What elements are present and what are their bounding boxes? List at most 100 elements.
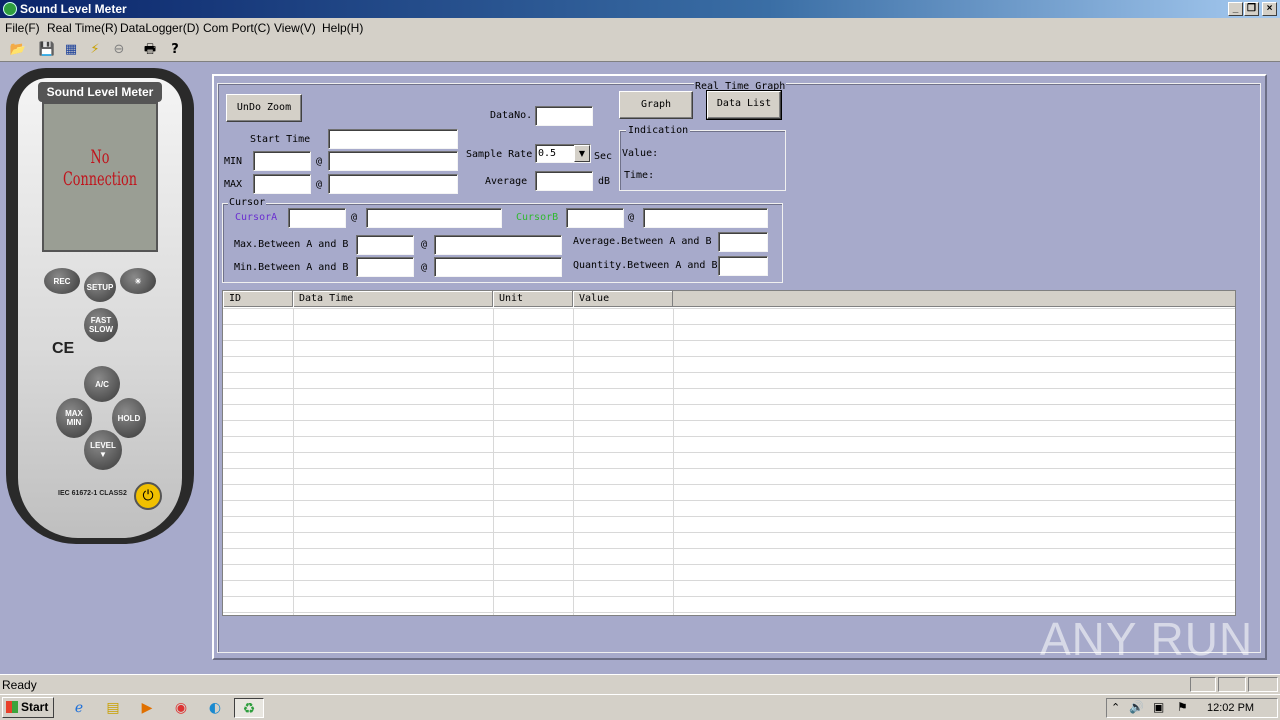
close-button[interactable]: × [1262, 2, 1277, 16]
menu-com-port[interactable]: Com Port(C) [203, 21, 270, 35]
cursor-a-label: CursorA [235, 212, 278, 223]
quantity-between-field[interactable] [718, 256, 768, 276]
file-explorer-icon[interactable]: ▤ [102, 698, 124, 718]
min-value-field[interactable] [253, 151, 311, 171]
start-button[interactable]: Start [2, 697, 54, 718]
start-time-label: Start Time [250, 134, 311, 145]
print-icon[interactable]: 🖶 [141, 41, 159, 59]
save-icon[interactable]: 💾 [38, 41, 56, 59]
max-time-field[interactable] [328, 174, 458, 194]
network-icon[interactable]: ▣ [1153, 700, 1164, 714]
window-title: Sound Level Meter [20, 2, 127, 16]
menu-datalogger[interactable]: DataLogger(D) [120, 21, 199, 35]
chevron-up-icon[interactable]: ⌃ [1111, 701, 1120, 714]
backlight-icon: ☀ [120, 268, 156, 294]
graph-button[interactable]: Graph [619, 91, 693, 119]
minimize-button[interactable]: _ [1228, 2, 1243, 16]
menu-view[interactable]: View(V) [274, 21, 316, 35]
cursor-b-time-field[interactable] [643, 208, 768, 228]
toolbar: 📂 💾 ▦ ⚡ ⊖ 🖶 ? [0, 38, 1280, 62]
cursor-title: Cursor [228, 197, 267, 208]
chevron-down-icon[interactable]: ▼ [574, 145, 590, 162]
chrome-icon[interactable]: ◉ [170, 698, 192, 718]
status-pane [1218, 677, 1246, 692]
setup-button: SETUP [84, 272, 116, 302]
min-between-time-field[interactable] [434, 257, 562, 277]
start-label: Start [21, 700, 49, 714]
average-field[interactable] [535, 171, 593, 191]
at-label: @ [316, 156, 323, 167]
at-label: @ [421, 262, 428, 273]
help-icon[interactable]: ? [166, 41, 184, 59]
sample-rate-select[interactable]: 0.5 ▼ [535, 144, 591, 163]
sound-level-meter-task-icon[interactable]: ♻ [234, 698, 264, 718]
at-label: @ [421, 239, 428, 250]
column-header-data-time[interactable]: Data Time [293, 291, 493, 307]
rec-button: REC [44, 268, 80, 294]
app-icon [3, 2, 17, 16]
indication-title: Indication [626, 125, 691, 136]
status-pane [1190, 677, 1216, 692]
sample-rate-label: Sample Rate [466, 149, 533, 160]
min-between-value-field[interactable] [356, 257, 414, 277]
data-table[interactable]: ID Data Time Unit Value [222, 290, 1236, 616]
at-label: @ [316, 179, 323, 190]
average-label: Average [485, 176, 528, 187]
menu-real-time[interactable]: Real Time(R) [47, 21, 118, 35]
quantity-between-label: Quantity.Between A and B [573, 260, 718, 271]
open-folder-icon[interactable]: 📂 [9, 41, 27, 59]
clock[interactable]: 12:02 PM [1207, 702, 1254, 714]
restore-button[interactable]: ❐ [1244, 2, 1259, 16]
max-between-label: Max.Between A and B [234, 239, 349, 250]
status-text: Ready [2, 678, 37, 692]
undo-zoom-button[interactable]: UnDo Zoom [226, 94, 302, 122]
start-time-field[interactable] [328, 129, 458, 149]
status-pane [1248, 677, 1278, 692]
max-value-field[interactable] [253, 174, 311, 194]
min-label: MIN [224, 156, 243, 167]
column-header-id[interactable]: ID [223, 291, 293, 307]
cursor-a-time-field[interactable] [366, 208, 502, 228]
max-between-value-field[interactable] [356, 235, 414, 255]
max-between-time-field[interactable] [434, 235, 562, 255]
fast-slow-button: FAST SLOW [84, 308, 118, 342]
connect-icon[interactable]: ⚡ [86, 41, 104, 59]
stop-icon[interactable]: ⊖ [110, 41, 128, 59]
cursor-b-value-field[interactable] [566, 208, 624, 228]
menu-help[interactable]: Help(H) [322, 21, 363, 35]
average-between-field[interactable] [718, 232, 768, 252]
menu-bar: File(F) Real Time(R) DataLogger(D) Com P… [0, 18, 1280, 38]
data-list-button[interactable]: Data List [706, 90, 782, 120]
column-header-value[interactable]: Value [573, 291, 673, 307]
calendar-icon[interactable]: ▦ [62, 41, 80, 59]
menu-file[interactable]: File(F) [5, 21, 40, 35]
table-grid-lines [223, 308, 1235, 615]
max-label: MAX [224, 179, 243, 190]
min-time-field[interactable] [328, 151, 458, 171]
db-label: dB [598, 176, 611, 187]
edge-icon[interactable]: ◐ [204, 698, 226, 718]
column-header-unit[interactable]: Unit [493, 291, 573, 307]
sample-rate-value: 0.5 [538, 148, 557, 159]
taskbar: Start ℯ ▤ ▶ ◉ ◐ ♻ ⌃ 🔊 ▣ ⚑ 12:02 PM [0, 694, 1280, 720]
power-icon: ⏻ [134, 482, 162, 510]
hold-button: HOLD [112, 398, 146, 438]
indication-value-label: Value: [622, 148, 659, 159]
maxmin-button: MAX MIN [56, 398, 92, 438]
media-player-icon[interactable]: ▶ [136, 698, 158, 718]
level-button: LEVEL ▼ [84, 430, 122, 470]
volume-icon[interactable]: 🔊 [1129, 700, 1144, 714]
internet-explorer-icon[interactable]: ℯ [68, 698, 90, 718]
data-no-field[interactable] [535, 106, 593, 126]
cursor-a-value-field[interactable] [288, 208, 346, 228]
title-bar: Sound Level Meter _ ❐ × [0, 0, 1280, 18]
at-label: @ [628, 212, 635, 223]
ce-mark: CE [52, 340, 75, 357]
min-between-label: Min.Between A and B [234, 262, 349, 273]
lcd-status-text: No Connection [62, 146, 138, 190]
indication-group [619, 130, 786, 191]
data-no-label: DataNo. [490, 110, 533, 121]
at-label: @ [351, 212, 358, 223]
watermark-text: ANY RUN [1040, 613, 1254, 665]
flag-icon[interactable]: ⚑ [1177, 700, 1188, 714]
